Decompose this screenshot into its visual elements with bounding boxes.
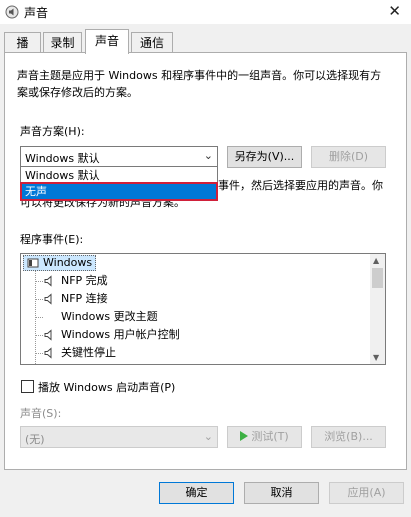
tab-recording[interactable]: 录制 xyxy=(43,32,82,53)
sound-scheme-value: Windows 默认 xyxy=(25,152,100,165)
program-events-label: 程序事件(E): xyxy=(20,233,84,246)
speaker-icon xyxy=(44,275,52,287)
tree-branch xyxy=(35,353,43,354)
speaker-icon xyxy=(44,347,52,359)
sound-select-value: (无) xyxy=(25,433,45,446)
tree-branch xyxy=(35,335,43,336)
save-as-button[interactable]: 另存为(V)... xyxy=(227,146,302,168)
tab-playback[interactable]: 播放 xyxy=(4,32,41,66)
play-startup-checkbox[interactable] xyxy=(21,380,34,393)
scroll-up-icon[interactable]: ▲ xyxy=(373,256,379,265)
scheme-label: 声音方案(H): xyxy=(20,125,85,138)
play-icon xyxy=(240,431,249,441)
play-startup-label[interactable]: 播放 Windows 启动声音(P) xyxy=(38,379,175,395)
chevron-down-icon: ⌄ xyxy=(203,149,213,162)
tree-branch xyxy=(35,317,43,318)
title-bar: 声音 ✕ xyxy=(0,0,411,24)
sound-scheme-select[interactable]: Windows 默认 ⌄ xyxy=(20,146,218,167)
delete-button[interactable]: 删除(D) xyxy=(311,146,386,168)
event-label: Windows 用户帐户控制 xyxy=(61,328,180,341)
event-row-uac[interactable]: Windows 用户帐户控制 xyxy=(21,326,371,344)
speaker-icon xyxy=(44,329,52,341)
event-row-change-theme[interactable]: Windows 更改主题 xyxy=(21,308,371,326)
scroll-down-icon[interactable]: ▼ xyxy=(373,353,379,362)
speaker-app-icon xyxy=(5,5,19,19)
cancel-button[interactable]: 取消 xyxy=(244,482,319,504)
dropdown-option-windows-default[interactable]: Windows 默认 xyxy=(22,168,216,183)
sound-label: 声音(S): xyxy=(20,407,62,420)
windows-group-icon xyxy=(27,258,39,268)
sound-select[interactable]: (无) ⌄ xyxy=(20,426,218,448)
event-label: Windows 更改主题 xyxy=(61,310,158,323)
ok-button[interactable]: 确定 xyxy=(159,482,234,504)
scheme-description: 声音主题是应用于 Windows 和程序事件中的一组声音。你可以选择现有方案或保… xyxy=(17,69,382,99)
scroll-thumb[interactable] xyxy=(372,268,383,288)
tab-sounds[interactable]: 声音 xyxy=(85,29,129,54)
dropdown-option-no-sounds[interactable]: 无声 xyxy=(20,182,218,201)
sound-scheme-dropdown-list: Windows 默认 无声 xyxy=(20,166,218,201)
event-row-critical-stop[interactable]: 关键性停止 xyxy=(21,344,371,362)
speaker-icon xyxy=(44,293,52,305)
tab-strip: 播放 录制 声音 通信 xyxy=(0,29,411,66)
tree-branch xyxy=(35,281,43,282)
close-icon[interactable]: ✕ xyxy=(388,2,401,20)
tree-branch xyxy=(35,299,43,300)
program-events-list[interactable]: Windows NFP 完成 NFP 连接 Windows 更改主题 Windo… xyxy=(20,253,386,365)
event-label: NFP 连接 xyxy=(61,292,108,305)
event-row-nfp-connect[interactable]: NFP 连接 xyxy=(21,290,371,308)
apply-button[interactable]: 应用(A) xyxy=(329,482,404,504)
tab-communications[interactable]: 通信 xyxy=(131,32,173,53)
browse-button[interactable]: 浏览(B)... xyxy=(311,426,386,448)
test-button-label: 测试(T) xyxy=(251,430,289,443)
event-label: 关键性停止 xyxy=(61,346,116,359)
window-title: 声音 xyxy=(24,6,49,20)
test-button[interactable]: 测试(T) xyxy=(227,426,302,448)
event-label: NFP 完成 xyxy=(61,274,108,287)
chevron-down-icon: ⌄ xyxy=(203,430,213,443)
event-label: Windows xyxy=(43,256,93,269)
event-row-nfp-complete[interactable]: NFP 完成 xyxy=(21,272,371,290)
events-scrollbar[interactable]: ▲ ▼ xyxy=(370,254,385,364)
event-row-windows[interactable]: Windows xyxy=(21,254,371,272)
